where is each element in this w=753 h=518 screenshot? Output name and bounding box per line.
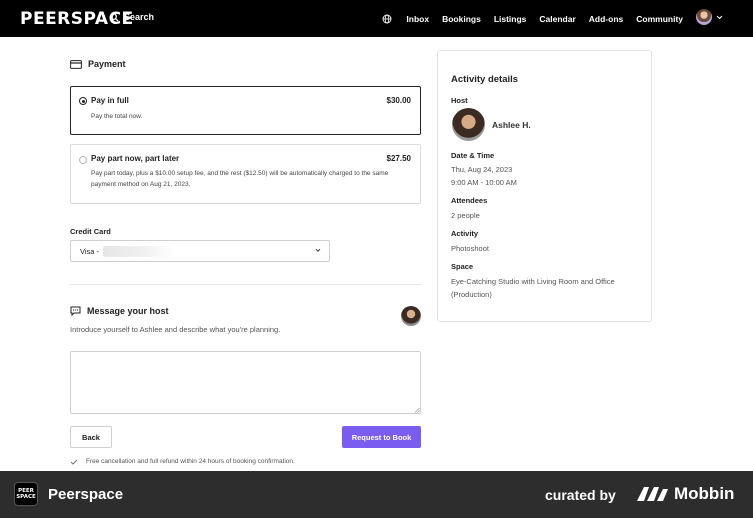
mobbin-wordmark: Mobbin	[674, 484, 735, 503]
activity-label: Activity	[451, 229, 479, 238]
chevron-down-icon	[315, 248, 321, 252]
message-subtitle: Introduce yourself to Ashlee and describ…	[70, 325, 281, 334]
message-textarea[interactable]	[70, 351, 421, 414]
pay-in-full-option[interactable]: Pay in full $30.00 Pay the total now.	[70, 86, 421, 135]
pay-part-desc-line2: payment method on Aug 21, 2023.	[91, 181, 191, 188]
activity-details-card: Activity details Host Ashlee H. Date & T…	[437, 50, 652, 322]
check-icon	[70, 459, 78, 465]
search-label: Search	[124, 12, 155, 22]
curated-by-text: curated by	[545, 487, 616, 503]
pay-part-price: $27.50	[386, 154, 411, 163]
attendees-value: 2 people	[451, 211, 480, 220]
message-title: Message your host	[87, 306, 169, 316]
activity-details-title: Activity details	[451, 74, 519, 85]
user-avatar[interactable]	[696, 9, 712, 25]
search-button[interactable]: Search	[110, 12, 154, 22]
booking-date: Thu, Aug 24, 2023	[451, 165, 513, 174]
nav-listings[interactable]: Listings	[494, 14, 527, 24]
nav-community[interactable]: Community	[636, 14, 683, 24]
globe-icon[interactable]	[382, 14, 392, 24]
payment-heading: Payment	[70, 59, 126, 69]
nav-links: Inbox Bookings Listings Calendar Add-ons…	[382, 9, 723, 25]
nav-add-ons[interactable]: Add-ons	[589, 14, 623, 24]
credit-card-select[interactable]: Visa -	[70, 240, 330, 262]
card-number-mask	[103, 245, 176, 257]
host-avatar	[452, 108, 485, 141]
mobbin-icon	[637, 487, 668, 501]
pay-in-full-price: $30.00	[386, 96, 411, 105]
host-name: Ashlee H.	[492, 120, 531, 130]
top-nav: PEERSPACE Search Inbox Bookings Listings…	[0, 0, 753, 37]
radio-pay-in-full[interactable]	[79, 97, 87, 105]
nav-inbox[interactable]: Inbox	[406, 14, 429, 24]
activity-value: Photoshoot	[451, 244, 489, 253]
pay-in-full-desc: Pay the total now.	[91, 113, 143, 120]
nav-bookings[interactable]: Bookings	[442, 14, 481, 24]
back-button[interactable]: Back	[70, 426, 112, 448]
host-label: Host	[451, 96, 468, 105]
date-time-label: Date & Time	[451, 151, 495, 160]
credit-card-value: Visa -	[80, 246, 100, 256]
pay-in-full-title: Pay in full	[91, 96, 129, 105]
nav-calendar[interactable]: Calendar	[539, 14, 575, 24]
request-to-book-button[interactable]: Request to Book	[342, 426, 421, 448]
message-heading: Message your host	[70, 306, 169, 316]
host-avatar-small	[401, 306, 421, 326]
credit-card-icon	[70, 59, 82, 69]
pay-part-desc-line1: Pay part today, plus a $10.00 setup fee,…	[91, 170, 389, 177]
space-label: Space	[451, 262, 474, 271]
cancellation-note: Free cancellation and full refund within…	[70, 458, 295, 465]
radio-pay-part[interactable]	[79, 156, 87, 164]
space-value-line2: (Production)	[451, 290, 492, 299]
chevron-down-icon[interactable]	[716, 15, 723, 20]
cancellation-text: Free cancellation and full refund within…	[86, 458, 295, 465]
payment-title: Payment	[88, 59, 126, 69]
peerspace-app-icon: PEER SPACE	[14, 482, 38, 506]
mobbin-logo: Mobbin	[636, 484, 734, 504]
pay-part-title: Pay part now, part later	[91, 154, 180, 163]
booking-time: 9:00 AM - 10:00 AM	[451, 178, 517, 187]
attendees-label: Attendees	[451, 196, 488, 205]
space-value-line1: Eye-Catching Studio with Living Room and…	[451, 277, 615, 286]
footer-brand: Peerspace	[48, 486, 124, 503]
search-icon	[110, 12, 119, 22]
footer-bar: PEER SPACE Peerspace curated by Mobbin	[0, 471, 753, 518]
resize-handle-icon[interactable]	[414, 407, 420, 413]
pay-part-option[interactable]: Pay part now, part later $27.50 Pay part…	[70, 144, 421, 204]
chat-icon	[70, 306, 81, 316]
section-divider	[70, 284, 421, 285]
credit-card-label: Credit Card	[70, 227, 111, 236]
